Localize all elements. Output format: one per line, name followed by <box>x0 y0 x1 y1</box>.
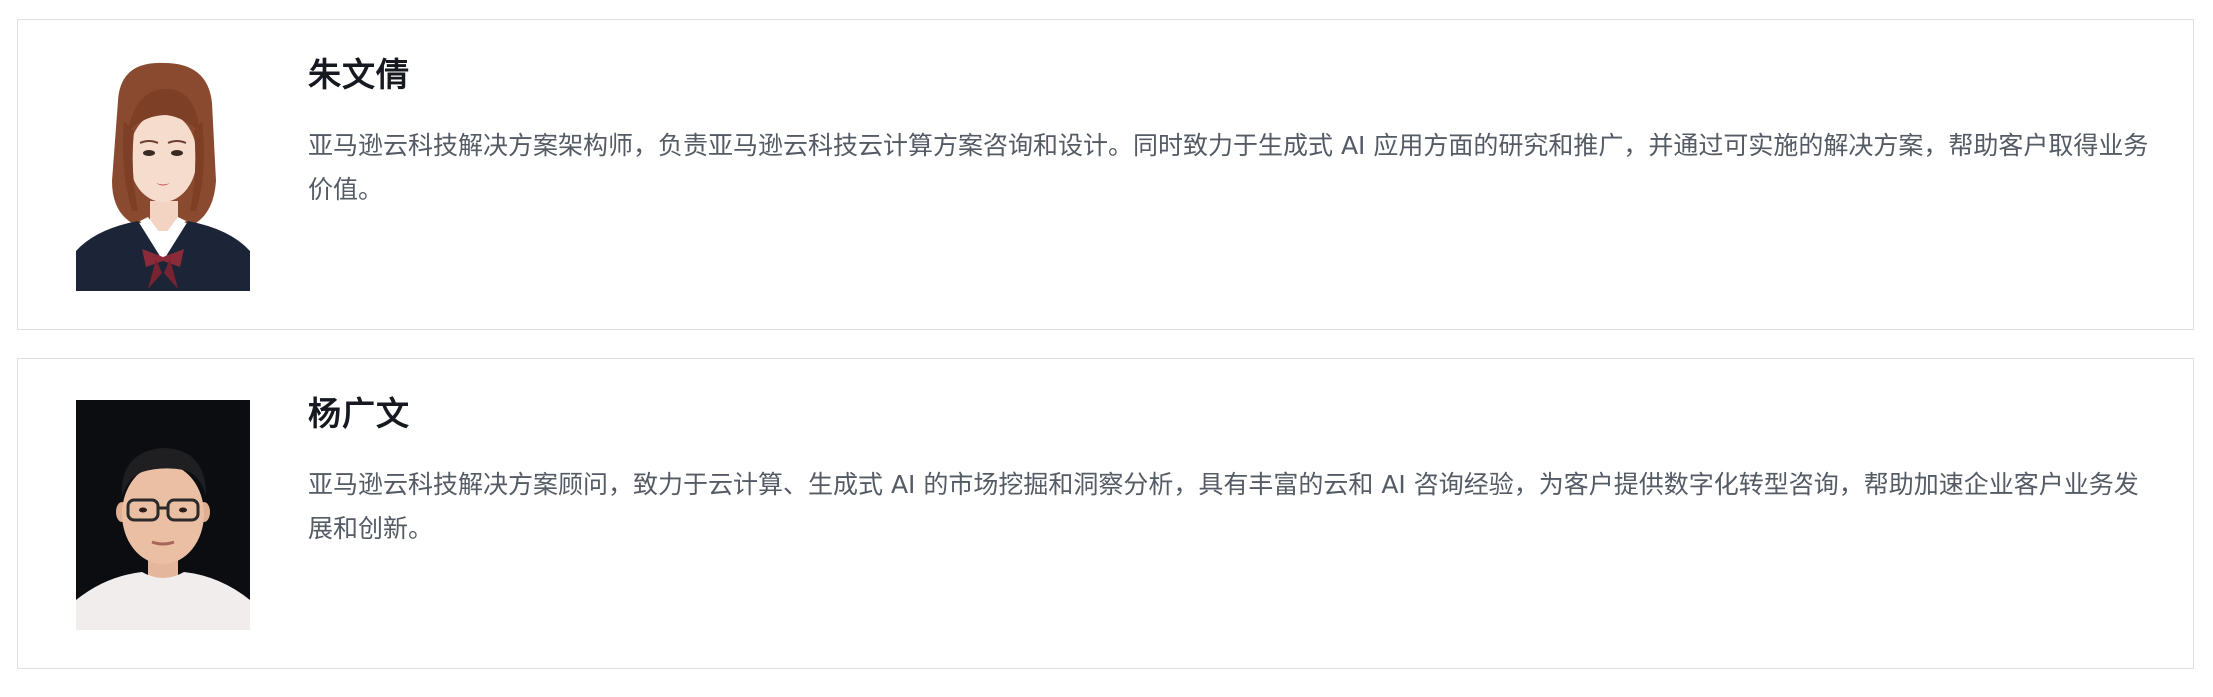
author-card: 杨广文 亚马逊云科技解决方案顾问，致力于云计算、生成式 AI 的市场挖掘和洞察分… <box>17 358 2194 669</box>
author-name: 杨广文 <box>308 394 410 433</box>
author-avatar <box>76 61 250 291</box>
author-info: 杨广文 亚马逊云科技解决方案顾问，致力于云计算、生成式 AI 的市场挖掘和洞察分… <box>308 392 2157 551</box>
author-info: 朱文倩 亚马逊云科技解决方案架构师，负责亚马逊云科技云计算方案咨询和设计。同时致… <box>308 53 2157 212</box>
author-bio: 亚马逊云科技解决方案架构师，负责亚马逊云科技云计算方案咨询和设计。同时致力于生成… <box>308 131 2149 204</box>
portrait-photo-female-icon <box>76 61 250 291</box>
author-avatar <box>76 400 250 630</box>
author-name: 朱文倩 <box>308 55 410 94</box>
portrait-photo-male-icon <box>76 400 250 630</box>
author-bio: 亚马逊云科技解决方案顾问，致力于云计算、生成式 AI 的市场挖掘和洞察分析，具有… <box>308 470 2139 543</box>
author-card: 朱文倩 亚马逊云科技解决方案架构师，负责亚马逊云科技云计算方案咨询和设计。同时致… <box>17 19 2194 330</box>
author-list: 朱文倩 亚马逊云科技解决方案架构师，负责亚马逊云科技云计算方案咨询和设计。同时致… <box>17 19 2194 697</box>
